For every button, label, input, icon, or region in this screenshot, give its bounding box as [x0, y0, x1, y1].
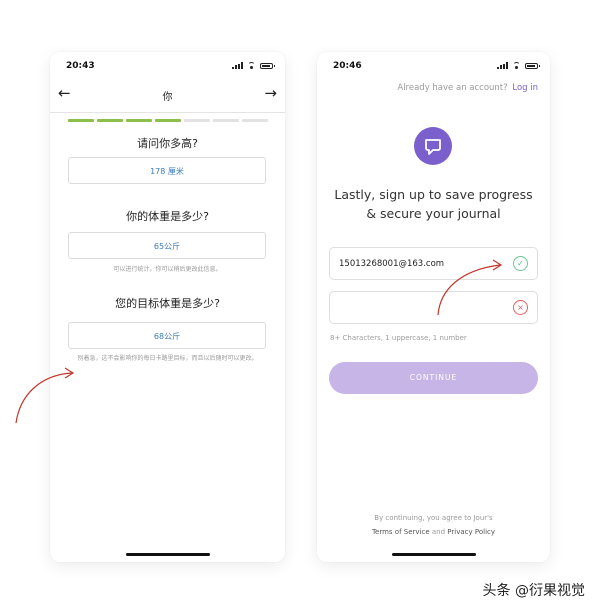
battery-icon: [525, 62, 540, 69]
continue-button[interactable]: CONTINUE: [329, 362, 538, 394]
annotation-arrow-right: [437, 259, 503, 316]
status-time: 20:43: [66, 61, 95, 71]
target-weight-hint: 别着急，这不会影响你的每日卡路里目标，而且以后随时可以更改。: [77, 355, 258, 362]
weight-hint: 可以进行统计。你可以稍后更改此信息。: [113, 266, 222, 273]
progress-steps: [68, 119, 268, 122]
progress-segment: [155, 119, 181, 122]
weight-input[interactable]: 65公斤: [68, 232, 266, 259]
onboarding-screen-chinese: 20:43 ← 你 → 请问你多高? 178 厘米 你的体重是多少? 65公斤 …: [50, 52, 285, 562]
target-weight-input[interactable]: 68公斤: [68, 322, 266, 349]
forward-arrow-icon[interactable]: →: [264, 84, 277, 102]
signup-headline: Lastly, sign up to save progress & secur…: [317, 185, 550, 223]
error-x-icon: ×: [513, 300, 528, 315]
status-time: 20:46: [333, 61, 362, 71]
annotation-arrow-left: [15, 367, 75, 424]
nav-divider: [50, 112, 285, 113]
speech-bubble-icon: [414, 127, 452, 165]
terms-link[interactable]: Terms of Service: [372, 528, 430, 536]
height-input[interactable]: 178 厘米: [68, 157, 266, 184]
legal-and: and: [431, 528, 446, 536]
headline-line-1: Lastly, sign up to save progress: [334, 187, 533, 202]
privacy-link[interactable]: Privacy Policy: [447, 528, 495, 536]
nav-title: 你: [162, 92, 173, 103]
question-target-weight-label: 您的目标体重是多少?: [115, 297, 220, 310]
headline-line-2: & secure your journal: [366, 206, 501, 221]
login-link[interactable]: Log in: [512, 83, 538, 93]
nav-bar: ← 你 →: [50, 82, 285, 106]
signal-icon: [232, 62, 243, 69]
wifi-icon: [512, 62, 521, 69]
progress-segment: [68, 119, 94, 122]
wifi-icon: [247, 62, 256, 69]
login-prompt-text: Already have an account?: [397, 83, 508, 93]
progress-segment: [242, 119, 268, 122]
legal-text: By continuing, you agree to Jour's Terms…: [317, 511, 550, 539]
battery-icon: [260, 62, 275, 69]
status-bar: 20:43: [50, 52, 285, 80]
email-value: 15013268001@163.com: [339, 259, 445, 269]
home-indicator: [391, 553, 476, 556]
legal-line-1: By continuing, you agree to Jour's: [374, 514, 493, 522]
watermark: 头条 @衍果视觉: [482, 583, 585, 599]
password-requirements: 8+ Characters, 1 uppercase, 1 number: [330, 334, 467, 342]
signal-icon: [497, 62, 508, 69]
check-icon: ✓: [513, 256, 528, 271]
progress-segment: [184, 119, 210, 122]
progress-segment: [126, 119, 152, 122]
home-indicator: [125, 553, 210, 556]
progress-segment: [213, 119, 239, 122]
login-prompt: Already have an account? Log in: [397, 83, 538, 93]
question-height-label: 请问你多高?: [137, 137, 198, 150]
progress-segment: [97, 119, 123, 122]
status-bar: 20:46: [317, 52, 550, 80]
question-weight-label: 你的体重是多少?: [126, 210, 209, 223]
